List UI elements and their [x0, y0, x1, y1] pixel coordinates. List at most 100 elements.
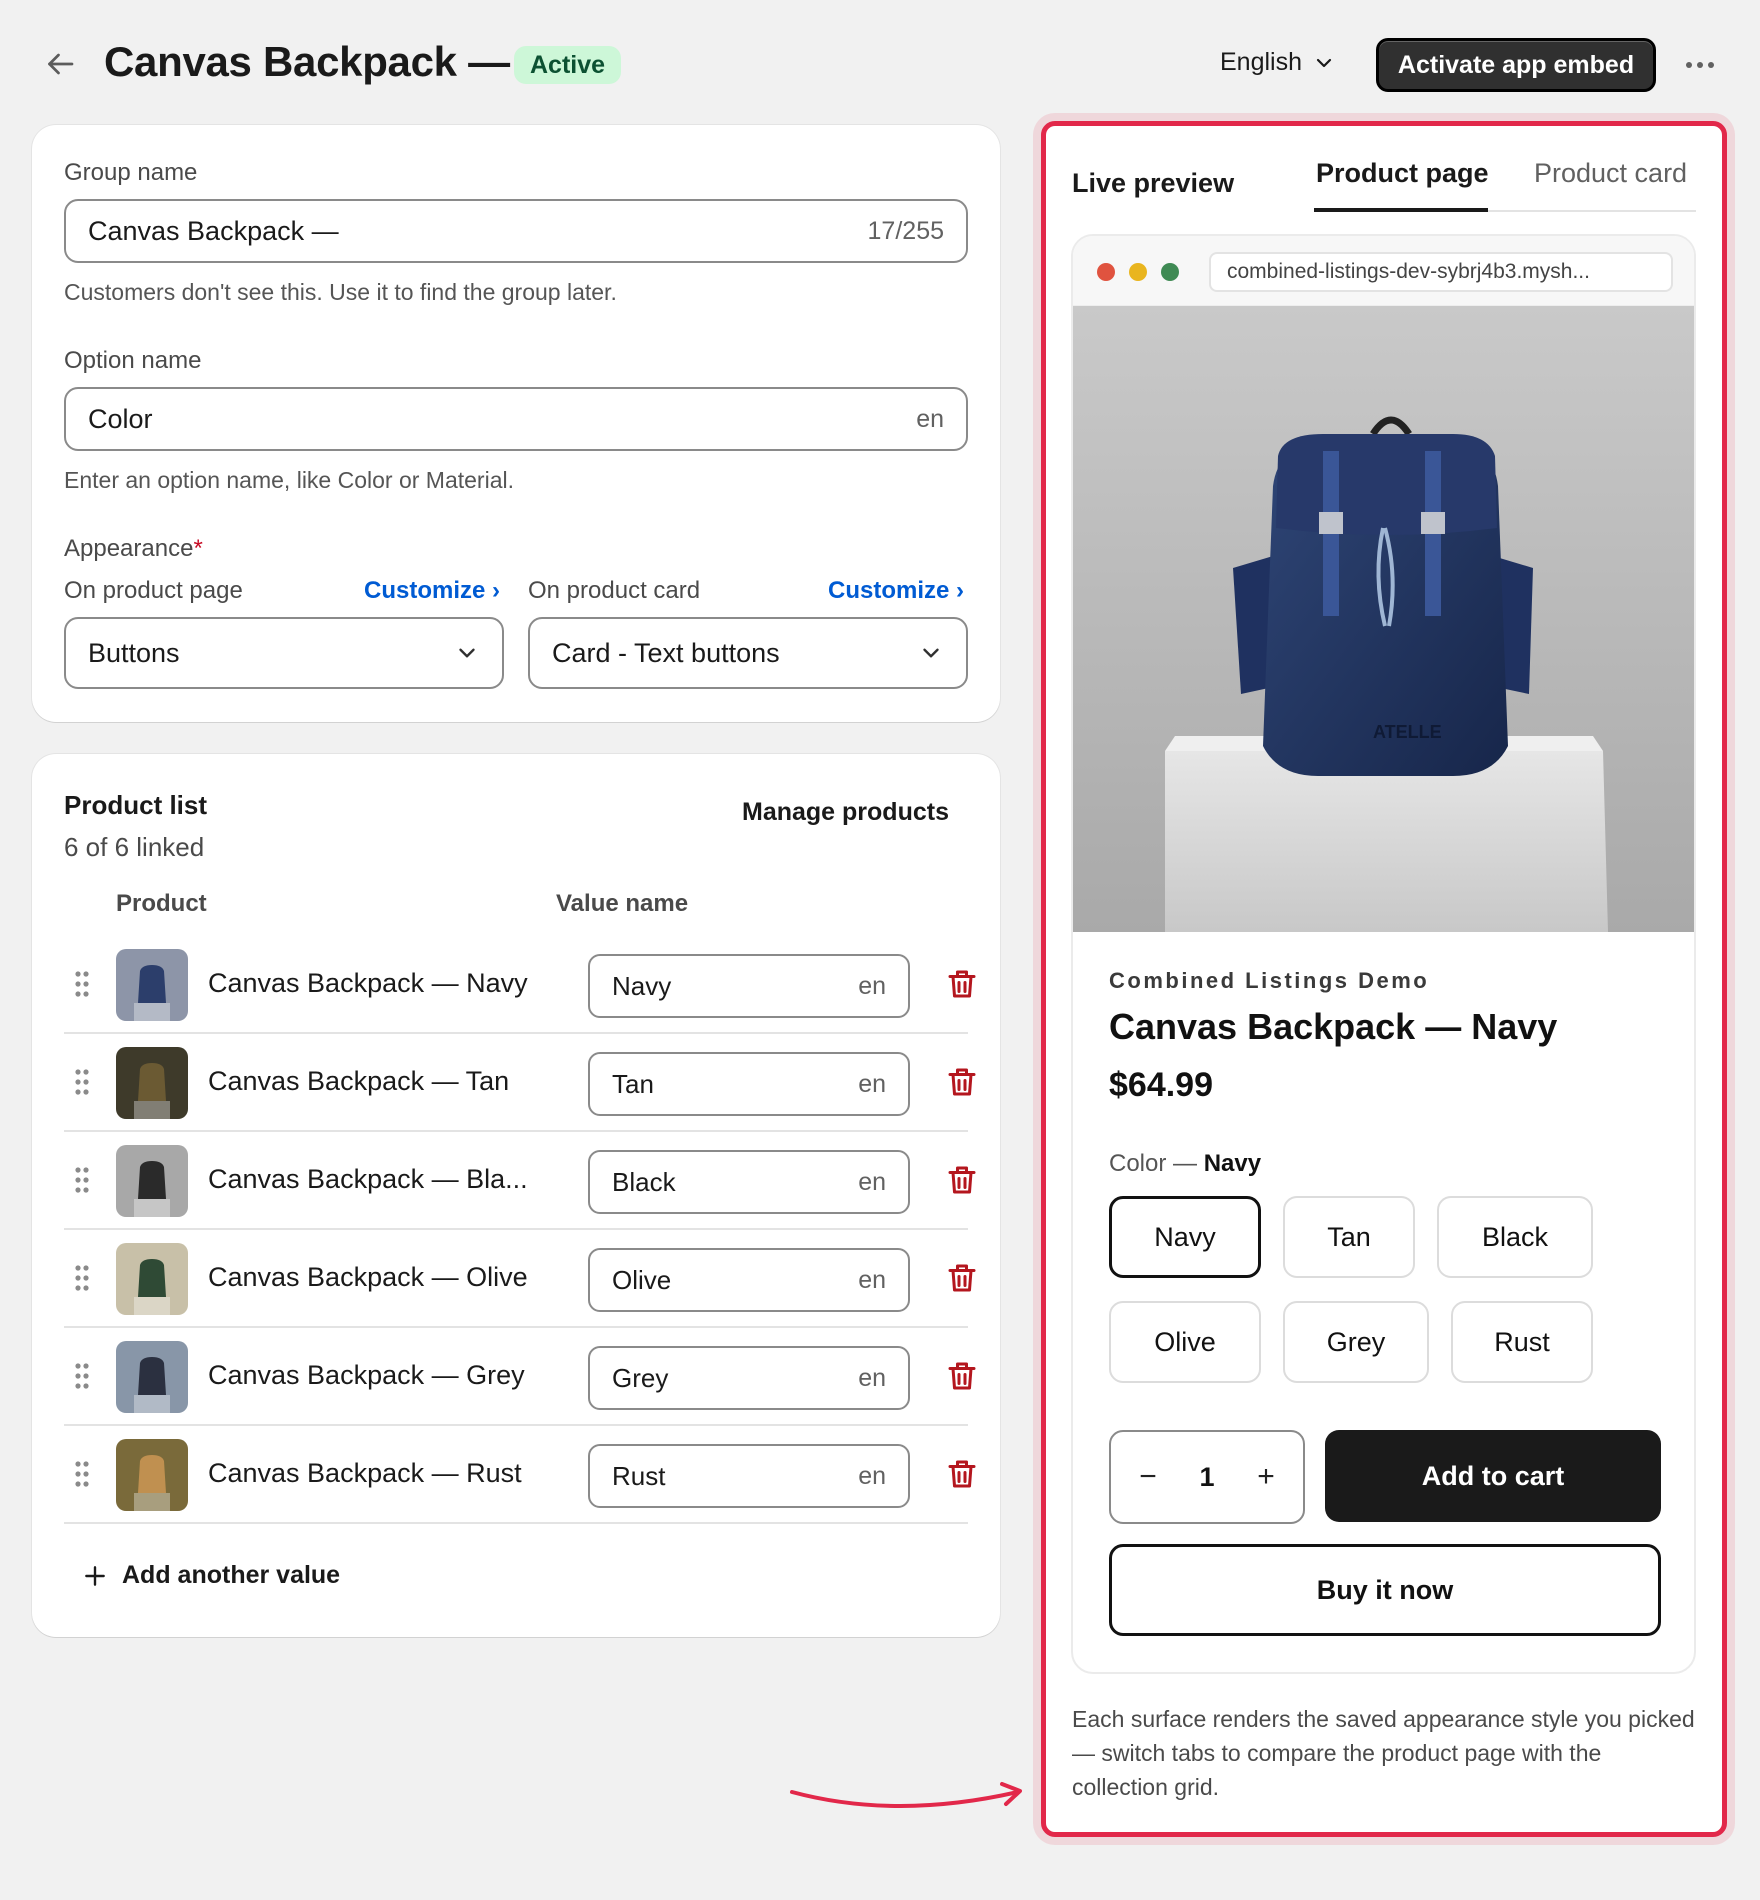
page-title: Canvas Backpack — — [104, 38, 510, 85]
value-name-input[interactable]: Navy en — [588, 954, 910, 1018]
swatch-black[interactable]: Black — [1437, 1196, 1593, 1278]
product-list-title: Product list — [64, 790, 208, 820]
product-thumbnail — [116, 1145, 188, 1217]
customize-product-page-link[interactable]: Customize › — [364, 577, 500, 605]
value-name-text: Tan — [612, 1068, 654, 1099]
qty-decrease-button[interactable]: − — [1133, 1460, 1163, 1494]
backpack-image: ATELLE — [1073, 306, 1694, 932]
appearance-label: Appearance* — [64, 535, 203, 562]
locale-tag: en — [858, 1167, 886, 1196]
preview-title: Live preview — [1072, 168, 1235, 198]
group-name-input[interactable]: Canvas Backpack — 17/255 — [64, 199, 968, 263]
swatch-grey[interactable]: Grey — [1283, 1301, 1429, 1383]
preview-tabs: Product page Product card — [1314, 150, 1696, 212]
tab-product-page[interactable]: Product page — [1316, 158, 1489, 189]
delete-icon[interactable] — [944, 1357, 980, 1395]
value-name-input[interactable]: Olive en — [588, 1248, 910, 1312]
maximize-dot-icon — [1161, 263, 1179, 281]
quantity-stepper: − 1 + — [1109, 1430, 1305, 1524]
option-name-help: Enter an option name, like Color or Mate… — [64, 467, 514, 493]
value-name-input[interactable]: Rust en — [588, 1444, 910, 1508]
table-row: Canvas Backpack — Grey Grey en — [64, 1328, 976, 1426]
locale-tag: en — [858, 1265, 886, 1294]
qty-value[interactable]: 1 — [1199, 1462, 1214, 1493]
delete-icon[interactable] — [944, 1455, 980, 1493]
callout-arrow-icon — [790, 1782, 1022, 1808]
drag-handle-icon[interactable] — [73, 969, 91, 999]
drag-handle-icon[interactable] — [73, 1067, 91, 1097]
delete-icon[interactable] — [944, 1063, 980, 1101]
value-name-input[interactable]: Tan en — [588, 1052, 910, 1116]
value-name-text: Olive — [612, 1264, 672, 1295]
drag-handle-icon[interactable] — [73, 1459, 91, 1489]
manage-products-link[interactable]: Manage products — [742, 798, 949, 827]
product-thumbnail — [116, 1341, 188, 1413]
add-to-cart-button[interactable]: Add to cart — [1325, 1430, 1661, 1522]
product-page-label: On product page — [64, 577, 243, 604]
buy-now-button[interactable]: Buy it now — [1109, 1544, 1661, 1636]
delete-icon[interactable] — [944, 1161, 980, 1199]
delete-icon[interactable] — [944, 1259, 980, 1297]
plus-icon — [85, 1565, 105, 1586]
value-name-text: Grey — [612, 1362, 669, 1393]
tab-product-card[interactable]: Product card — [1534, 158, 1687, 189]
page-header: Canvas Backpack — Active English Activat… — [0, 0, 1760, 130]
browser-frame: combined-listings-dev-sybrj4b3.mysh... A… — [1071, 234, 1696, 1674]
option-name-value: Color — [88, 403, 153, 434]
product-hero-image: ATELLE — [1073, 306, 1694, 932]
locale-tag: en — [858, 971, 886, 1000]
option-selected-value: Navy — [1203, 1150, 1262, 1177]
product-card-label: On product card — [528, 577, 701, 604]
qty-increase-button[interactable]: + — [1251, 1460, 1281, 1494]
product-card-style-select[interactable]: Card - Text buttons — [528, 617, 968, 689]
delete-icon[interactable] — [944, 965, 980, 1003]
more-actions-icon[interactable] — [1682, 50, 1718, 80]
product-page-style-value: Buttons — [88, 637, 180, 668]
product-page-style-select[interactable]: Buttons — [64, 617, 504, 689]
back-arrow-icon[interactable] — [42, 46, 78, 82]
url-bar: combined-listings-dev-sybrj4b3.mysh... — [1209, 252, 1673, 292]
vendor-name: Combined Listings Demo — [1109, 968, 1430, 993]
locale-tag: en — [858, 1461, 886, 1490]
table-row: Canvas Backpack — Navy Navy en — [64, 936, 976, 1034]
option-name-input[interactable]: Color en — [64, 387, 968, 451]
group-name-value: Canvas Backpack — — [88, 215, 339, 246]
preview-note: Each surface renders the saved appearanc… — [1072, 1706, 1695, 1800]
product-thumbnail — [116, 949, 188, 1021]
swatch-rust[interactable]: Rust — [1451, 1301, 1593, 1383]
product-name: Canvas Backpack — Olive — [208, 1262, 528, 1292]
customize-product-card-link[interactable]: Customize › — [828, 577, 964, 605]
brand-watermark: ATELLE — [1373, 722, 1442, 742]
language-label: English — [1220, 48, 1302, 76]
active-tab-indicator — [1314, 208, 1488, 212]
add-another-value-button[interactable]: Add another value — [82, 1561, 340, 1590]
product-name: Canvas Backpack — Rust — [208, 1458, 522, 1488]
column-header-value: Value name — [556, 890, 689, 917]
locale-tag: en — [916, 404, 944, 433]
value-name-text: Navy — [612, 970, 672, 1001]
swatch-tan[interactable]: Tan — [1283, 1196, 1415, 1278]
product-name: Canvas Backpack — Bla... — [208, 1164, 528, 1194]
group-name-help: Customers don't see this. Use it to find… — [64, 279, 617, 305]
drag-handle-icon[interactable] — [73, 1361, 91, 1391]
swatch-olive[interactable]: Olive — [1109, 1301, 1261, 1383]
product-name: Canvas Backpack — Tan — [208, 1066, 510, 1096]
required-marker: * — [193, 535, 203, 562]
product-name: Canvas Backpack — Navy — [208, 968, 528, 998]
option-name-label: Option name — [64, 347, 202, 374]
char-counter: 17/255 — [867, 216, 944, 245]
group-name-label: Group name — [64, 159, 198, 186]
table-row: Canvas Backpack — Rust Rust en — [64, 1426, 976, 1524]
drag-handle-icon[interactable] — [73, 1263, 91, 1293]
option-label: Color — Navy — [1109, 1150, 1262, 1177]
language-select[interactable]: English — [1220, 48, 1336, 77]
group-settings-card: Group name Canvas Backpack — 17/255 Cust… — [32, 125, 1000, 722]
linked-count: 6 of 6 linked — [64, 832, 205, 862]
close-dot-icon — [1097, 263, 1115, 281]
swatch-navy[interactable]: Navy — [1109, 1196, 1261, 1278]
value-name-input[interactable]: Grey en — [588, 1346, 910, 1410]
value-name-input[interactable]: Black en — [588, 1150, 910, 1214]
activate-embed-button[interactable]: Activate app embed — [1376, 38, 1656, 92]
browser-bar: combined-listings-dev-sybrj4b3.mysh... — [1073, 236, 1694, 306]
drag-handle-icon[interactable] — [73, 1165, 91, 1195]
